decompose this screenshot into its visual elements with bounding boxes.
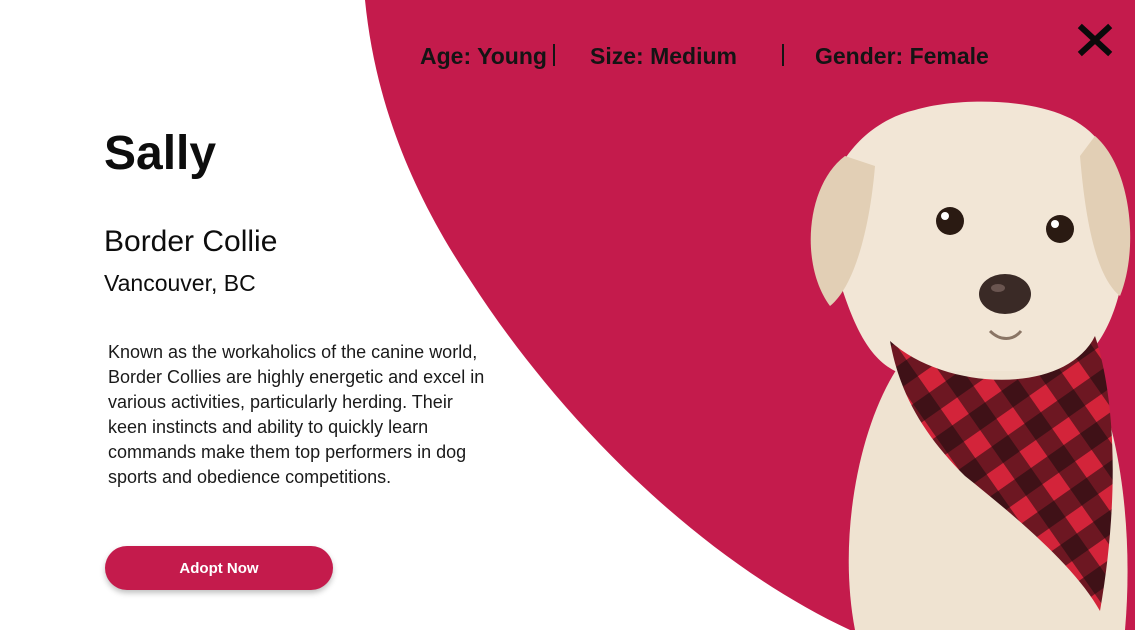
attribute-divider — [782, 44, 784, 66]
pet-description: Known as the workaholics of the canine w… — [108, 342, 485, 487]
pet-location: Vancouver, BC — [104, 270, 256, 296]
pet-name: Sally — [104, 127, 217, 180]
pet-breed: Border Collie — [104, 225, 278, 258]
attribute-age: Age: Young — [420, 43, 547, 69]
attribute-divider — [553, 44, 555, 66]
close-icon — [1077, 23, 1113, 57]
close-button[interactable] — [1076, 22, 1114, 58]
attribute-size: Size: Medium — [590, 43, 737, 69]
adopt-now-button[interactable]: Adopt Now — [105, 546, 333, 590]
attribute-gender: Gender: Female — [815, 43, 989, 69]
pet-profile-card: Age: Young Size: Medium Gender: Female S… — [0, 0, 1135, 630]
dog-photo — [795, 96, 1135, 630]
